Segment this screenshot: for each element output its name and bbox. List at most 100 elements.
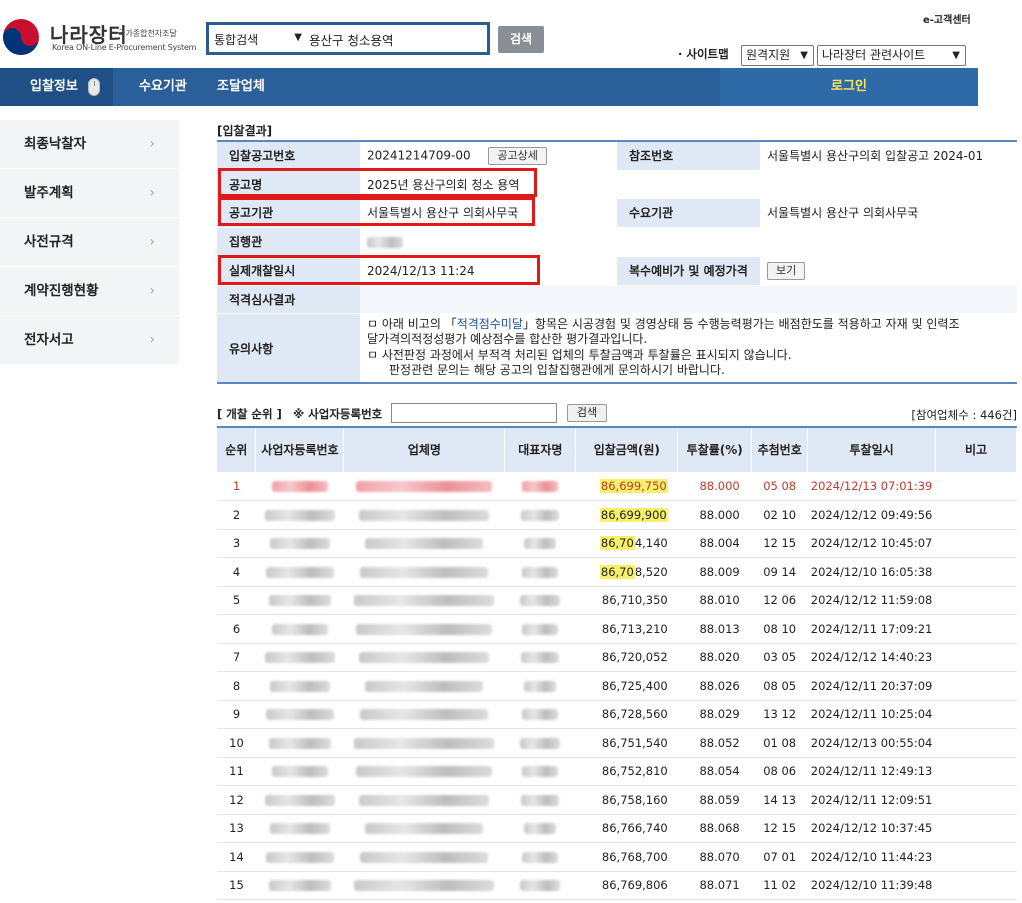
table-row[interactable]: 15 86,769,806 88.071 11 02 2024/12/10 11:39:… bbox=[217, 871, 1017, 900]
table-row[interactable]: 5 86,710,350 88.010 12 06 2024/12/12 11:59:0… bbox=[217, 586, 1017, 615]
reg-no-cell bbox=[255, 757, 344, 786]
remark-cell bbox=[935, 500, 1017, 530]
logo[interactable]: 나라장터 국가종합전자조달 Korea ON-Line E-Procuremen… bbox=[2, 16, 197, 58]
company-cell[interactable] bbox=[343, 671, 505, 701]
ceo-cell bbox=[504, 500, 576, 530]
table-row[interactable]: 4 86,708,520 88.009 09 14 2024/12/10 16:05:3… bbox=[217, 557, 1017, 587]
ceo-cell bbox=[504, 842, 576, 872]
company-cell[interactable] bbox=[343, 500, 505, 530]
amount-cell: 86,768,700 bbox=[575, 842, 678, 872]
rate-cell: 88.070 bbox=[677, 842, 752, 872]
table-row[interactable]: 6 86,713,210 88.013 08 10 2024/12/11 17:09:2… bbox=[217, 614, 1017, 644]
blurred-reg-no bbox=[268, 595, 331, 607]
column-header: 순위 bbox=[217, 427, 257, 472]
reg-no-cell bbox=[255, 700, 344, 729]
bid-no-value: 20241214709-00 bbox=[367, 148, 471, 163]
remark-cell bbox=[935, 614, 1017, 644]
column-header: 대표자명 bbox=[504, 427, 577, 472]
search-category-select[interactable]: 통합검색 ▼ bbox=[214, 31, 306, 49]
blurred-reg-no bbox=[265, 566, 334, 578]
lottery-cell: 08 06 bbox=[751, 757, 808, 786]
nav-demand-agency[interactable]: 수요기관 bbox=[139, 68, 187, 106]
header: 나라장터 국가종합전자조달 Korea ON-Line E-Procuremen… bbox=[0, 0, 1022, 68]
table-row[interactable]: 10 86,751,540 88.052 01 08 2024/12/13 00:55:… bbox=[217, 728, 1017, 758]
table-row[interactable]: 1 86,699,750 88.000 05 08 2024/12/13 07:01:3… bbox=[217, 472, 1017, 501]
search-input[interactable]: 용산구 청소용역 bbox=[309, 30, 479, 48]
sidebar-item-e-archive[interactable]: 전자서고 › bbox=[0, 316, 179, 365]
table-row[interactable]: 3 86,704,140 88.004 12 15 2024/12/12 10:45:0… bbox=[217, 529, 1017, 558]
lottery-cell: 08 10 bbox=[751, 614, 808, 644]
login-button[interactable]: 로그인 bbox=[720, 68, 978, 106]
table-row[interactable]: 9 86,728,560 88.029 13 12 2024/12/11 10:25:0… bbox=[217, 700, 1017, 729]
rank-cell: 8 bbox=[217, 671, 256, 701]
customer-center-link[interactable]: e-고객센터 bbox=[923, 11, 971, 26]
reg-no-search-label: ※ 사업자등록번호 bbox=[293, 407, 383, 421]
amount-highlight: 86,70 bbox=[599, 564, 635, 579]
participant-count: [참여업체수 : 446건] bbox=[911, 408, 1017, 422]
chevron-right-icon: › bbox=[149, 136, 155, 152]
search-button[interactable]: 검색 bbox=[498, 26, 544, 53]
remark-cell bbox=[935, 842, 1017, 872]
sidebar-item-final-winner[interactable]: 최종낙찰자 › bbox=[0, 120, 179, 169]
company-cell[interactable] bbox=[343, 814, 505, 843]
company-cell[interactable] bbox=[343, 643, 505, 672]
ranking-toolbar: [ 개찰 순위 ] ※ 사업자등록번호 검색 [참여업체수 : 446건] bbox=[217, 403, 1017, 425]
table-row[interactable]: 2 86,699,900 88.000 02 10 2024/12/12 09:49:5… bbox=[217, 500, 1017, 530]
bid-no-label: 입찰공고번호 bbox=[217, 141, 360, 171]
blurred-reg-no bbox=[269, 823, 330, 835]
price-view-button[interactable]: 보기 bbox=[767, 261, 806, 280]
rank-cell: 11 bbox=[217, 757, 256, 786]
table-row[interactable]: 14 86,768,700 88.070 07 01 2024/12/10 11:44:… bbox=[217, 842, 1017, 872]
table-bottom-border bbox=[217, 382, 1017, 384]
remark-cell bbox=[935, 529, 1017, 558]
remark-cell bbox=[935, 700, 1017, 729]
company-cell[interactable] bbox=[343, 614, 505, 644]
column-header: 투찰률(%) bbox=[677, 427, 753, 472]
qualification-value bbox=[360, 285, 1017, 314]
sidebar-item-pre-spec[interactable]: 사전규격 › bbox=[0, 218, 179, 267]
nav-supplier[interactable]: 조달업체 bbox=[217, 68, 265, 106]
sidebar-item-label: 사전규격 bbox=[24, 234, 74, 250]
blurred-reg-no bbox=[264, 509, 335, 521]
table-row[interactable]: 12 86,758,160 88.059 14 13 2024/12/11 12:09:… bbox=[217, 785, 1017, 815]
table-row[interactable]: 13 86,766,740 88.068 12 15 2024/12/12 10:37:… bbox=[217, 814, 1017, 843]
mouse-icon bbox=[88, 78, 100, 96]
reg-no-search-input[interactable] bbox=[391, 403, 557, 423]
blurred-ceo-name bbox=[522, 566, 559, 578]
column-header: 추첨번호 bbox=[751, 427, 809, 472]
rate-cell: 88.013 bbox=[677, 614, 752, 644]
lottery-cell: 08 05 bbox=[751, 671, 808, 701]
sidebar: 최종낙찰자 › 발주계획 › 사전규격 › 계약진행현황 › 전자서고 › bbox=[0, 120, 179, 365]
sidebar-item-contract-status[interactable]: 계약진행현황 › bbox=[0, 267, 179, 316]
reg-no-cell bbox=[255, 500, 344, 530]
rank-cell: 12 bbox=[217, 785, 256, 815]
company-cell[interactable] bbox=[343, 728, 505, 758]
company-cell[interactable] bbox=[343, 557, 505, 587]
notice-line-2: 달가격의적정성평가 예상점수를 합산한 평가결과입니다. bbox=[367, 332, 648, 346]
table-row[interactable]: 7 86,720,052 88.020 03 05 2024/12/12 14:40:2… bbox=[217, 643, 1017, 672]
company-cell[interactable] bbox=[343, 842, 505, 872]
sitemap-link[interactable]: · 사이트맵 bbox=[678, 46, 729, 62]
company-cell[interactable] bbox=[343, 529, 505, 558]
company-cell[interactable] bbox=[343, 757, 505, 786]
amount-cell: 86,710,350 bbox=[575, 586, 678, 615]
company-cell[interactable] bbox=[343, 700, 505, 729]
remote-support-select[interactable]: 원격지원 ▼ bbox=[741, 45, 814, 66]
ranking-search-button[interactable]: 검색 bbox=[567, 404, 607, 422]
company-cell[interactable] bbox=[343, 472, 505, 501]
related-sites-select[interactable]: 나라장터 관련사이트 ▼ bbox=[817, 45, 966, 66]
table-row[interactable]: 8 86,725,400 88.026 08 05 2024/12/11 20:37:0… bbox=[217, 671, 1017, 701]
sidebar-item-order-plan[interactable]: 발주계획 › bbox=[0, 169, 179, 218]
executor-value bbox=[360, 227, 617, 257]
remark-cell bbox=[935, 472, 1017, 501]
bid-time-cell: 2024/12/10 11:39:48 bbox=[807, 871, 936, 900]
notice-line-4: 판정관련 문의는 해당 공고의 입찰집행관에게 문의하시기 바랍니다. bbox=[389, 363, 725, 377]
table-row[interactable]: 11 86,752,810 88.054 08 06 2024/12/11 12:49:… bbox=[217, 757, 1017, 786]
company-cell[interactable] bbox=[343, 785, 505, 815]
company-cell[interactable] bbox=[343, 586, 505, 615]
bid-detail-button[interactable]: 공고상세 bbox=[488, 146, 547, 165]
nav-bid-info[interactable]: 입찰정보 bbox=[0, 68, 113, 106]
column-header: 입찰금액(원) bbox=[575, 427, 679, 472]
lottery-cell: 13 12 bbox=[751, 700, 808, 729]
company-cell[interactable] bbox=[343, 871, 505, 900]
